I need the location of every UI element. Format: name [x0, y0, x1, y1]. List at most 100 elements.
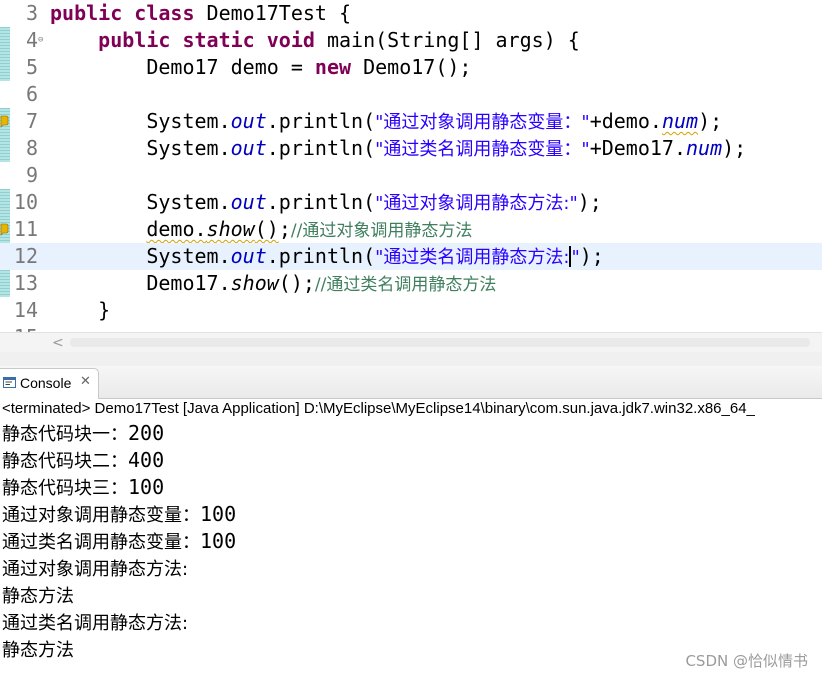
line-number: 10 — [13, 190, 38, 214]
line-number: 8 — [25, 136, 38, 160]
code-token: "通过对象调用静态方法:" — [375, 193, 578, 214]
tab-console-label: Console — [20, 375, 72, 391]
tab-console[interactable]: Console ✕ — [0, 368, 99, 399]
line-number: 9 — [25, 163, 38, 187]
line-number: 12 — [13, 244, 38, 268]
code-token: //通过对象调用静态方法 — [290, 221, 473, 241]
code-text: public static void main(String[] args) { — [50, 27, 580, 54]
code-line[interactable]: 3 public class Demo17Test { — [0, 0, 822, 27]
code-token: Demo17. — [50, 271, 231, 295]
code-line[interactable]: 14 } — [0, 297, 822, 324]
console-icon — [3, 377, 16, 388]
code-token: out — [230, 244, 267, 268]
line-number: 15 — [10, 324, 38, 332]
code-text: System.out.println("通过对象调用静态方法:"); — [50, 189, 602, 217]
code-token: (); — [278, 271, 315, 295]
watermark: CSDN @恰似情书 — [685, 652, 808, 670]
code-token: ); — [579, 244, 604, 268]
line-number: 3 — [25, 1, 38, 25]
warning-marker-icon[interactable] — [0, 222, 10, 236]
code-text: demo.show();//通过对象调用静态方法 — [50, 216, 472, 245]
scroll-thumb[interactable] — [70, 338, 810, 347]
code-text: public class Demo17Test { — [50, 0, 351, 27]
panel-sash[interactable] — [0, 352, 822, 367]
output-text: 静态代码块一： — [2, 424, 128, 445]
console-output[interactable]: 静态代码块一：200 静态代码块二：400 静态代码块三：100 通过对象调用静态变量… — [2, 420, 822, 663]
code-line[interactable]: 7 System.out.println("通过对象调用静态变量："+demo.… — [0, 108, 822, 135]
console-output-line: 静态方法 — [2, 582, 822, 609]
code-token: demo.show() — [146, 217, 279, 241]
line-number: 7 — [25, 109, 38, 133]
code-token: System. — [50, 136, 231, 160]
code-text: System.out.println("通过类名调用静态方法: "); — [50, 243, 604, 271]
code-token: Demo17Test { — [194, 1, 352, 25]
console-output-line: 通过对象调用静态变量：100 — [2, 501, 822, 528]
code-token: ; — [278, 217, 291, 241]
code-token: new — [314, 55, 352, 79]
code-token: .println( — [266, 190, 376, 214]
code-token: ); — [698, 109, 723, 133]
code-token: "通过类名调用静态变量：" — [375, 139, 590, 160]
code-token: //通过类名调用静态方法 — [314, 275, 497, 295]
code-token: show — [230, 271, 279, 295]
code-token: out — [230, 109, 267, 133]
code-line[interactable]: 11 demo.show();//通过对象调用静态方法 — [0, 216, 822, 243]
code-text: System.out.println("通过对象调用静态变量："+demo.nu… — [50, 108, 722, 136]
code-text: System.out.println("通过类名调用静态变量："+Demo17.… — [50, 135, 746, 163]
fold-toggle-icon[interactable]: ⊖ — [38, 35, 43, 45]
code-line[interactable]: 15 — [0, 324, 822, 332]
code-text: Demo17 demo = new Demo17(); — [50, 54, 471, 81]
code-token: Demo17(); — [351, 55, 472, 79]
code-line[interactable]: 10 System.out.println("通过对象调用静态方法:"); — [0, 189, 822, 216]
output-value: 100 — [200, 502, 237, 526]
output-text: 静态代码块二： — [2, 451, 128, 472]
console-output-line: 通过类名调用静态变量：100 — [2, 528, 822, 555]
output-text: 静态代码块三： — [2, 478, 128, 499]
output-text: 通过对象调用静态方法: — [2, 559, 189, 580]
close-icon[interactable]: ✕ — [80, 374, 91, 389]
code-token: System. — [50, 244, 231, 268]
output-value: 100 — [200, 529, 237, 553]
code-line[interactable]: 13 Demo17.show();//通过类名调用静态方法 — [0, 270, 822, 297]
code-token: out — [230, 190, 267, 214]
code-token: static — [182, 28, 255, 52]
code-token: } — [50, 298, 111, 322]
code-text: } — [50, 297, 110, 324]
code-token: ); — [722, 136, 747, 160]
line-number: 4 — [25, 28, 38, 52]
code-token: System. — [50, 190, 231, 214]
code-line[interactable]: 9 — [0, 162, 822, 189]
output-text: 通过类名调用静态方法: — [2, 613, 189, 634]
console-output-line: 通过类名调用静态方法: — [2, 609, 822, 636]
code-text: Demo17.show();//通过类名调用静态方法 — [50, 270, 496, 299]
line-number: 13 — [13, 271, 38, 295]
code-editor[interactable]: 3 public class Demo17Test {4 ⊖ public stat… — [0, 0, 822, 332]
code-token: void — [266, 28, 315, 52]
code-line[interactable]: 4 ⊖ public static void main(String[] args… — [0, 27, 822, 54]
code-token: System. — [50, 109, 231, 133]
code-token: num — [686, 136, 723, 160]
code-token: out — [230, 136, 267, 160]
code-line[interactable]: 6 — [0, 81, 822, 108]
output-text: 通过对象调用静态变量： — [2, 505, 200, 526]
code-token: .println( — [266, 136, 376, 160]
code-token: public — [50, 1, 123, 25]
warning-marker-icon[interactable] — [0, 114, 10, 128]
code-token: ); — [577, 190, 602, 214]
code-token: " — [571, 247, 580, 268]
console-output-line: 静态代码块三：100 — [2, 474, 822, 501]
scroll-left-arrow[interactable]: < — [52, 333, 64, 353]
code-line[interactable]: 12 System.out.println("通过类名调用静态方法: "); — [0, 243, 822, 270]
line-number: 6 — [25, 82, 38, 106]
code-token: .println( — [266, 109, 376, 133]
code-token: class — [134, 1, 195, 25]
code-line[interactable]: 5 Demo17 demo = new Demo17(); — [0, 54, 822, 81]
code-line[interactable]: 8 System.out.println("通过类名调用静态变量："+Demo1… — [0, 135, 822, 162]
code-token: .println( — [266, 244, 376, 268]
editor-horizontal-scrollbar[interactable]: < — [0, 332, 822, 353]
code-token: "通过对象调用静态变量：" — [375, 112, 590, 133]
